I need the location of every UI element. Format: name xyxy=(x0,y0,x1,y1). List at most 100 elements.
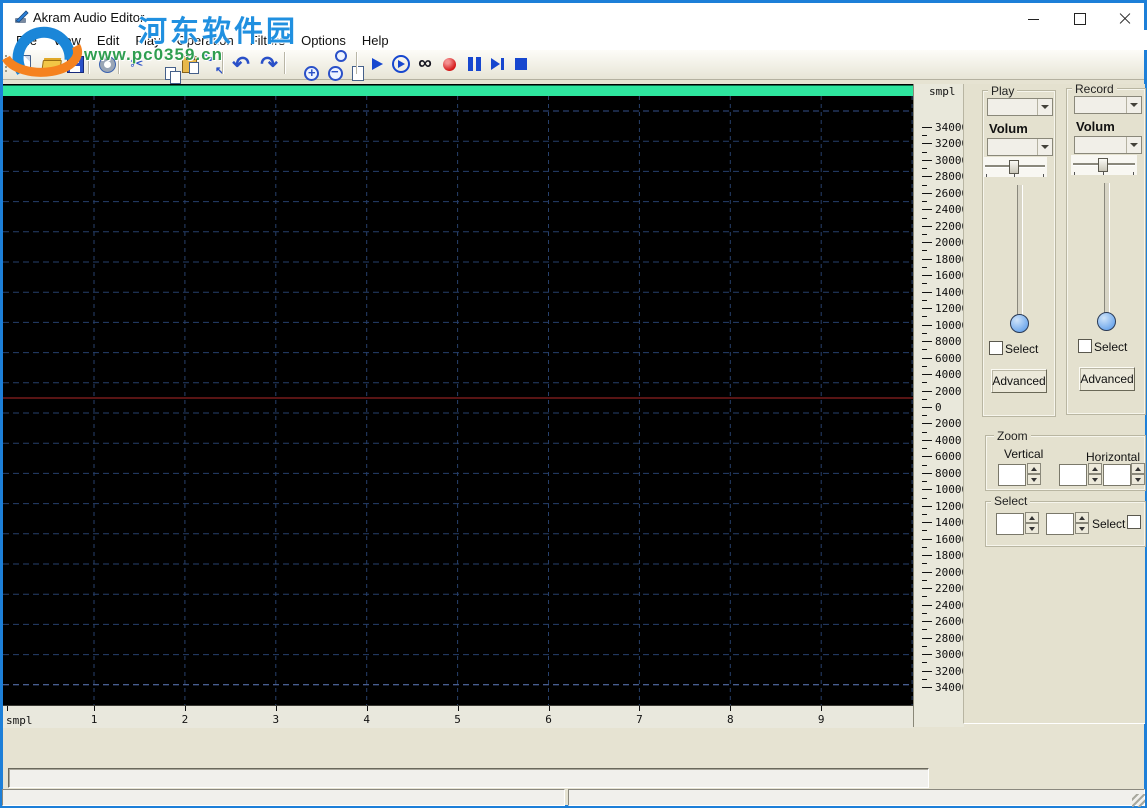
select-start-input[interactable] xyxy=(996,513,1024,535)
zoom-vertical-input[interactable] xyxy=(998,464,1026,486)
record-volume-vslider-thumb[interactable] xyxy=(1097,312,1116,331)
y-tick-minor xyxy=(922,662,927,664)
cut-icon[interactable] xyxy=(126,53,148,75)
play-device-dropdown[interactable] xyxy=(987,98,1053,116)
record-select-checkbox[interactable] xyxy=(1078,339,1092,353)
record-balance-slider-thumb[interactable] xyxy=(1098,158,1108,172)
menu-item-filters[interactable]: Filters xyxy=(242,31,293,50)
spin-up-icon[interactable] xyxy=(1088,463,1102,474)
record-volume-dropdown[interactable] xyxy=(1074,136,1142,154)
play-select-label: Select xyxy=(1005,342,1039,356)
menu-item-options[interactable]: Options xyxy=(293,31,354,50)
spin-down-icon[interactable] xyxy=(1075,523,1089,534)
zoom-vertical-spinner[interactable] xyxy=(1027,463,1041,485)
y-tick-major xyxy=(922,374,932,376)
y-tick-minor xyxy=(922,201,927,203)
play-all-icon[interactable] xyxy=(390,53,412,75)
paste-icon[interactable] xyxy=(178,53,200,75)
y-tick-major xyxy=(922,242,932,244)
play-all-glyph xyxy=(392,55,410,73)
zoom-horizontal-input-2[interactable] xyxy=(1103,464,1131,486)
y-tick-major xyxy=(922,588,932,590)
play-volume-vslider[interactable] xyxy=(1017,185,1023,322)
spin-up-icon[interactable] xyxy=(1025,512,1039,523)
record-device-dropdown-button[interactable] xyxy=(1126,97,1141,113)
y-tick-minor xyxy=(922,316,927,318)
play-volume-vslider-thumb[interactable] xyxy=(1010,314,1029,333)
menu-item-play[interactable]: Play xyxy=(127,31,168,50)
close-button[interactable] xyxy=(1109,9,1141,29)
play-volume-dropdown[interactable] xyxy=(987,138,1053,156)
play-balance-slider-thumb[interactable] xyxy=(1009,160,1019,174)
y-tick-minor xyxy=(922,365,927,367)
spin-up-icon[interactable] xyxy=(1027,463,1041,474)
y-tick-minor xyxy=(922,629,927,631)
y-tick-major xyxy=(922,637,932,639)
play-select-checkbox[interactable] xyxy=(989,341,1003,355)
spin-up-icon[interactable] xyxy=(1075,512,1089,523)
open-file-icon[interactable] xyxy=(40,53,62,75)
record-advanced-button[interactable]: Advanced xyxy=(1079,367,1135,391)
play-to-end-icon[interactable] xyxy=(487,53,509,75)
minimize-button[interactable] xyxy=(1017,9,1049,29)
record-device-dropdown[interactable] xyxy=(1074,96,1142,114)
chevron-down-icon xyxy=(1041,105,1049,109)
chevron-down-icon xyxy=(1130,103,1138,107)
save-glyph xyxy=(66,55,84,73)
record-volume-vslider[interactable] xyxy=(1104,183,1110,320)
redo-icon[interactable] xyxy=(258,53,280,75)
toolbar-separator xyxy=(118,52,119,74)
maximize-icon xyxy=(1074,13,1086,25)
record-balance-slider[interactable] xyxy=(1071,155,1137,175)
zoom-out-icon[interactable] xyxy=(314,53,343,81)
zoom-horizontal-input-1[interactable] xyxy=(1059,464,1087,486)
play-icon[interactable] xyxy=(366,53,388,75)
spin-down-icon[interactable] xyxy=(1088,474,1102,485)
save-icon[interactable] xyxy=(64,53,86,75)
spin-down-icon[interactable] xyxy=(1027,474,1041,485)
loop-icon[interactable] xyxy=(414,53,436,75)
y-tick-label: 6000 xyxy=(935,450,962,464)
maximize-button[interactable] xyxy=(1064,9,1096,29)
toolbar-grip[interactable] xyxy=(5,55,9,72)
select-end-spinner[interactable] xyxy=(1075,512,1089,534)
menu-item-operation[interactable]: Operation xyxy=(169,31,242,50)
select-end-input[interactable] xyxy=(1046,513,1074,535)
play-volume-dropdown-button[interactable] xyxy=(1037,139,1052,155)
new-file-icon[interactable] xyxy=(12,53,34,75)
position-overview-bar[interactable] xyxy=(3,85,913,96)
spin-down-icon[interactable] xyxy=(1131,474,1145,485)
status-panel-left xyxy=(2,789,565,806)
y-tick-minor xyxy=(922,612,927,614)
zoom-in-icon[interactable] xyxy=(290,53,319,81)
y-tick-major xyxy=(922,621,932,623)
y-tick-minor xyxy=(922,645,927,647)
zoom-horizontal-spinner-2[interactable] xyxy=(1131,463,1145,485)
menu-item-file[interactable]: File xyxy=(8,31,45,50)
x-tick xyxy=(366,706,368,711)
waveform-display[interactable] xyxy=(3,84,913,705)
select-checkbox[interactable] xyxy=(1127,515,1141,529)
x-tick-label: 9 xyxy=(817,713,825,726)
undo-icon[interactable] xyxy=(230,53,252,75)
play-advanced-button[interactable]: Advanced xyxy=(991,369,1047,393)
play-device-dropdown-button[interactable] xyxy=(1037,99,1052,115)
y-tick-minor xyxy=(922,415,927,417)
spin-up-icon[interactable] xyxy=(1131,463,1145,474)
pause-icon[interactable] xyxy=(463,53,485,75)
y-tick-minor xyxy=(922,266,927,268)
menu-item-edit[interactable]: Edit xyxy=(89,31,127,50)
menu-item-help[interactable]: Help xyxy=(354,31,397,50)
select-start-spinner[interactable] xyxy=(1025,512,1039,534)
record-volume-dropdown-button[interactable] xyxy=(1126,137,1141,153)
play-balance-slider[interactable] xyxy=(983,157,1047,177)
resize-grip[interactable] xyxy=(1132,794,1145,807)
record-icon[interactable] xyxy=(438,53,460,75)
menu-item-view[interactable]: View xyxy=(45,31,89,50)
cd-audio-icon[interactable] xyxy=(96,53,118,75)
zoom-group-title: Zoom xyxy=(994,429,1031,443)
zoom-horizontal-spinner-1[interactable] xyxy=(1088,463,1102,485)
copy-icon[interactable] xyxy=(152,53,181,84)
spin-down-icon[interactable] xyxy=(1025,523,1039,534)
stop-icon[interactable] xyxy=(510,53,532,75)
